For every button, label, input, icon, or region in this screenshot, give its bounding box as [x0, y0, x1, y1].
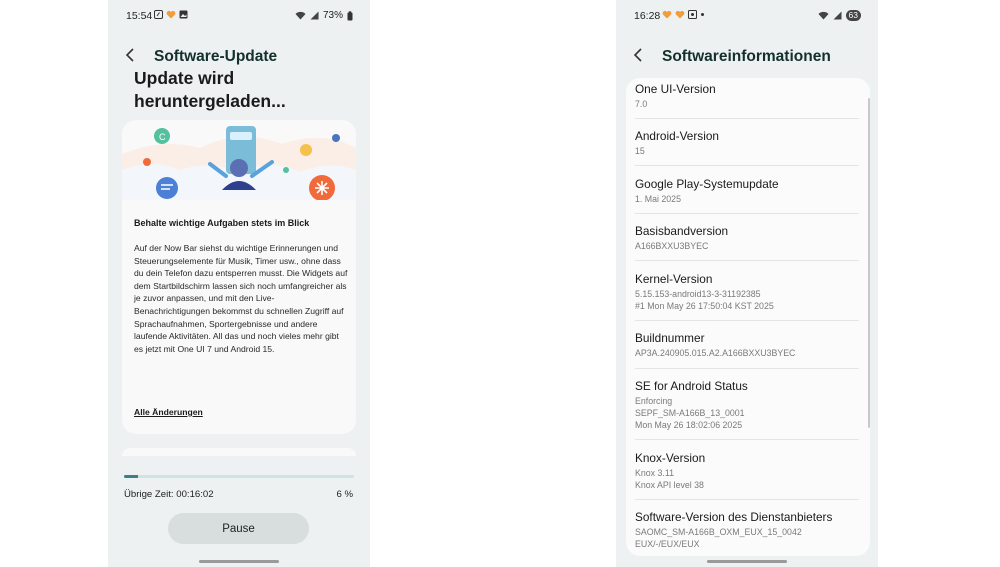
page-title: Softwareinformationen — [662, 48, 831, 65]
info-item-baseband[interactable]: Basisbandversion A166BXXU3BYEC — [635, 224, 859, 252]
status-bar: 16:28 63 — [616, 0, 878, 30]
download-heading-line2: heruntergeladen... — [134, 91, 286, 111]
item-title: One UI-Version — [635, 82, 716, 96]
heart-icon — [662, 10, 672, 19]
item-value: AP3A.240905.015.A2.A166BXXU3BYEC — [635, 348, 796, 358]
item-title: Kernel-Version — [635, 272, 713, 286]
item-value: SAOMC_SM-A166B_OXM_EUX_15_0042 — [635, 527, 802, 537]
battery-icon — [347, 10, 353, 20]
back-arrow-icon[interactable] — [632, 47, 650, 67]
download-progress-fill — [124, 475, 138, 478]
item-value: 1. Mai 2025 — [635, 194, 681, 204]
gesture-bar — [199, 560, 279, 563]
battery-badge: 63 — [845, 10, 861, 21]
status-bar: 15:54 73% — [108, 0, 370, 30]
notification-icons — [662, 10, 705, 19]
info-item-one-ui[interactable]: One UI-Version 7.0 — [635, 82, 859, 110]
download-heading-line1: Update wird — [134, 68, 235, 88]
software-update-screen: 15:54 73% Software-Update Update wird he… — [108, 0, 370, 567]
battery-percent: 73% — [322, 10, 343, 21]
feature-illustration: C — [122, 126, 356, 200]
next-card-peek — [122, 448, 356, 456]
item-value: Knox API level 38 — [635, 480, 704, 490]
divider — [635, 213, 859, 214]
signal-icon — [833, 11, 842, 20]
more-dot-icon — [701, 13, 704, 16]
heart-icon — [675, 10, 685, 19]
status-time: 16:28 — [634, 10, 661, 22]
remaining-time: Übrige Zeit: 00:16:02 — [124, 489, 214, 500]
feature-card: C Behalte wichtige Aufgaben stets im Bli… — [122, 120, 356, 434]
item-value: #1 Mon May 26 17:50:04 KST 2025 — [635, 301, 774, 311]
heart-icon — [166, 10, 176, 19]
item-value: SEPF_SM-A166B_13_0001 — [635, 408, 745, 418]
card-body-text: Auf der Now Bar siehst du wichtige Erinn… — [134, 243, 348, 354]
signal-icon — [310, 11, 319, 20]
divider — [635, 320, 859, 321]
software-info-screen: 16:28 63 Softwareinformationen One UI-Ve… — [616, 0, 878, 567]
item-title: SE for Android Status — [635, 379, 748, 393]
item-value: Enforcing — [635, 396, 673, 406]
info-item-knox[interactable]: Knox-Version Knox 3.11 Knox API level 38 — [635, 451, 859, 491]
gallery-icon — [179, 10, 188, 19]
info-item-carrier-software[interactable]: Software-Version des Dienstanbieters SAO… — [635, 510, 859, 550]
status-time: 15:54 — [126, 10, 153, 22]
progress-percent: 6 % — [336, 489, 353, 500]
info-item-play-update[interactable]: Google Play-Systemupdate 1. Mai 2025 — [635, 177, 859, 205]
all-changes-link[interactable]: Alle Änderungen — [134, 407, 203, 417]
divider — [635, 118, 859, 119]
divider — [635, 368, 859, 369]
info-item-se-android[interactable]: SE for Android Status Enforcing SEPF_SM-… — [635, 379, 859, 431]
info-item-android[interactable]: Android-Version 15 — [635, 129, 859, 157]
notification-icons — [154, 10, 188, 19]
item-title: Android-Version — [635, 129, 719, 143]
status-right: 63 — [818, 10, 861, 21]
app-icon — [154, 10, 163, 19]
divider — [635, 165, 859, 166]
page-title: Software-Update — [154, 48, 278, 65]
card-heading: Behalte wichtige Aufgaben stets im Blick — [134, 218, 310, 228]
scrollbar[interactable] — [868, 98, 870, 428]
item-value: Knox 3.11 — [635, 468, 674, 478]
info-item-build[interactable]: Buildnummer AP3A.240905.015.A2.A166BXXU3… — [635, 331, 859, 359]
status-right: 73% — [295, 10, 353, 21]
back-arrow-icon[interactable] — [124, 47, 142, 67]
divider — [635, 260, 859, 261]
wifi-icon — [295, 11, 306, 20]
item-value: A166BXXU3BYEC — [635, 241, 709, 251]
item-value: 7.0 — [635, 99, 648, 109]
item-title: Basisbandversion — [635, 224, 729, 238]
item-title: Software-Version des Dienstanbieters — [635, 510, 833, 524]
divider — [635, 439, 859, 440]
item-value: 15 — [635, 146, 645, 156]
item-value: Mon May 26 18:02:06 2025 — [635, 420, 743, 430]
item-title: Google Play-Systemupdate — [635, 177, 779, 191]
item-value: EUX/-/EUX/EUX — [635, 539, 700, 549]
info-item-kernel[interactable]: Kernel-Version 5.15.153-android13-3-3119… — [635, 272, 859, 312]
svg-text:C: C — [159, 132, 166, 142]
pause-button[interactable]: Pause — [168, 513, 309, 544]
screenshot-icon — [688, 10, 697, 19]
item-value: 5.15.153-android13-3-31192385 — [635, 289, 761, 299]
item-title: Knox-Version — [635, 451, 706, 465]
software-info-list: One UI-Version 7.0 Android-Version 15 Go… — [626, 78, 870, 556]
header: Softwareinformationen — [632, 44, 831, 70]
item-title: Buildnummer — [635, 331, 705, 345]
download-heading: Update wird heruntergeladen... — [134, 68, 286, 113]
divider — [635, 499, 859, 500]
gesture-bar — [707, 560, 787, 563]
wifi-icon — [818, 11, 829, 20]
download-progress-bar — [124, 475, 354, 478]
